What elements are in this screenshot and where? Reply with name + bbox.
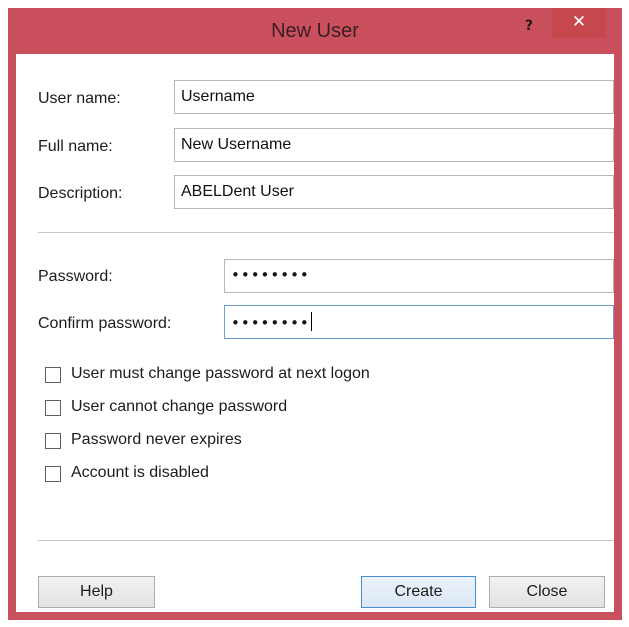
cannot-change-password-checkbox[interactable] (45, 400, 61, 416)
user-name-label: User name: (38, 90, 121, 107)
title-bar[interactable]: New User ? ✕ (8, 8, 622, 54)
new-user-dialog: New User ? ✕ User name: Username Full na… (8, 8, 622, 620)
separator-bottom (38, 540, 614, 541)
text-caret (310, 312, 312, 331)
must-change-password-label: User must change password at next logon (71, 365, 370, 382)
account-disabled-checkbox[interactable] (45, 466, 61, 482)
confirm-password-label: Confirm password: (38, 315, 172, 332)
full-name-label: Full name: (38, 138, 113, 155)
full-name-field[interactable]: New Username (174, 128, 614, 162)
cannot-change-password-label: User cannot change password (71, 398, 288, 415)
question-mark-icon: ? (524, 18, 534, 34)
password-label: Password: (38, 268, 113, 285)
account-disabled-label: Account is disabled (71, 464, 209, 481)
create-button[interactable]: Create (361, 576, 476, 608)
close-button[interactable]: Close (489, 576, 605, 608)
close-icon: ✕ (571, 12, 587, 32)
dialog-body: User name: Username Full name: New Usern… (16, 54, 614, 612)
description-label: Description: (38, 185, 123, 202)
password-field[interactable]: •••••••• (224, 259, 614, 293)
password-never-expires-checkbox[interactable] (45, 433, 61, 449)
separator-top (38, 232, 614, 233)
password-never-expires-label: Password never expires (71, 431, 242, 448)
confirm-password-value: •••••••• (231, 314, 310, 332)
description-field[interactable]: ABELDent User (174, 175, 614, 209)
close-title-button[interactable]: ✕ (552, 8, 606, 38)
confirm-password-field[interactable]: •••••••• (224, 305, 614, 339)
user-name-field[interactable]: Username (174, 80, 614, 114)
help-title-button[interactable]: ? (514, 14, 544, 38)
help-button[interactable]: Help (38, 576, 155, 608)
must-change-password-checkbox[interactable] (45, 367, 61, 383)
